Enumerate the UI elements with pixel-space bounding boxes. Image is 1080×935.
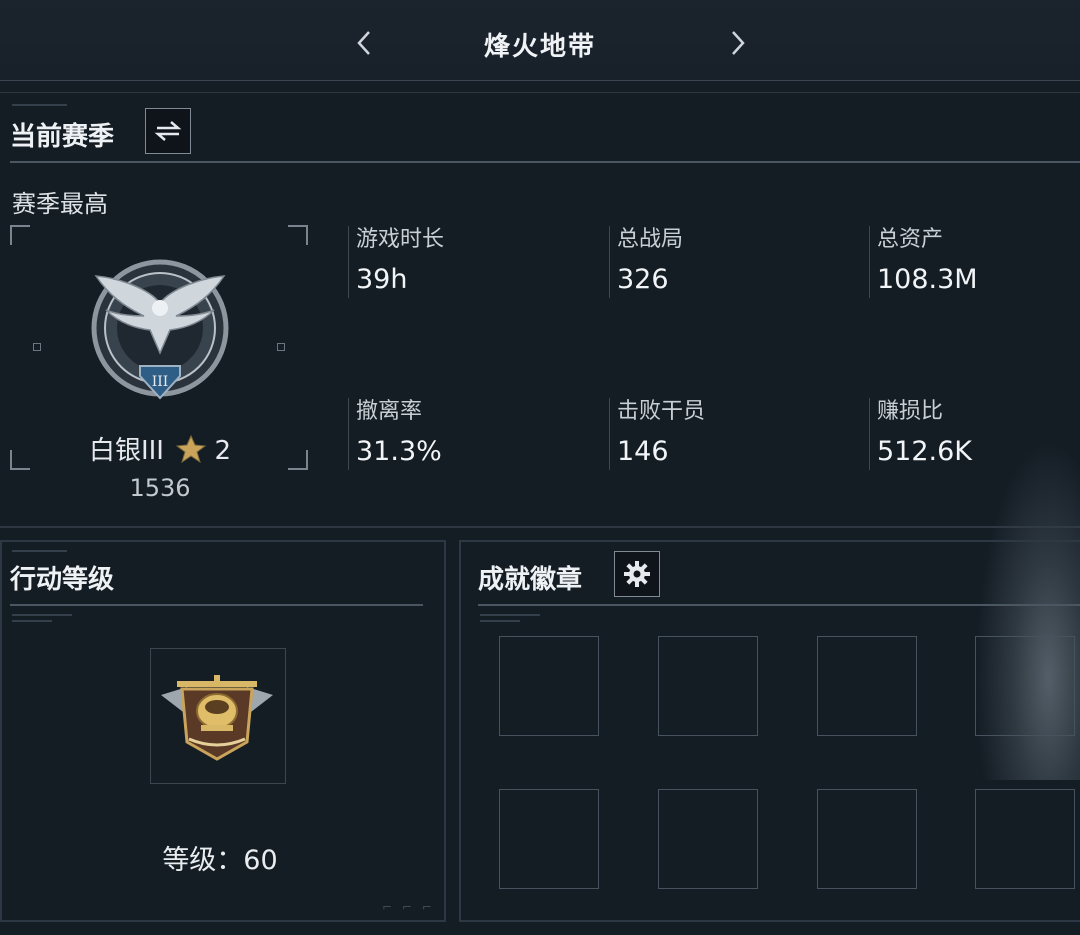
stat-profit-loss-ratio: 赚损比 512.6K xyxy=(869,398,972,470)
stat-label: 总资产 xyxy=(877,227,944,252)
stat-label: 赚损比 xyxy=(877,399,944,424)
season-best-label: 赛季最高 xyxy=(12,190,108,218)
stat-label: 游戏时长 xyxy=(356,227,445,252)
achievement-slot-5[interactable] xyxy=(499,789,599,889)
action-level-title: 行动等级 xyxy=(10,565,115,595)
achievements-title: 成就徽章 xyxy=(478,565,583,595)
decor-lines xyxy=(12,614,72,626)
stat-value: 108.3M xyxy=(877,264,978,295)
action-level-text: 等级：60 xyxy=(162,845,278,876)
rank-score: 1536 xyxy=(129,474,191,502)
stat-value: 512.6K xyxy=(877,436,973,467)
current-season-title: 当前赛季 xyxy=(10,122,115,152)
stat-value: 326 xyxy=(617,264,669,295)
stat-total-matches: 总战局 326 xyxy=(609,226,683,298)
action-level-emblem-frame xyxy=(150,648,286,784)
svg-text:III: III xyxy=(152,374,169,390)
decor-lines xyxy=(12,550,72,556)
stat-extract-rate: 撤离率 31.3% xyxy=(348,398,442,470)
achievement-slot-2[interactable] xyxy=(658,636,758,736)
stat-value: 31.3% xyxy=(356,436,442,467)
action-level-underline xyxy=(10,604,423,606)
decor-marks: ⌐ ⌐ ⌐ xyxy=(382,900,435,914)
rank-title: 白银III xyxy=(88,436,164,466)
achievements-settings-button[interactable] xyxy=(614,551,660,597)
achievement-slot-3[interactable] xyxy=(817,636,917,736)
top-bar: 烽火地带 xyxy=(0,0,1080,81)
decor-lines xyxy=(480,614,540,626)
stat-operators-defeated: 击败干员 146 xyxy=(609,398,705,470)
chevron-right-icon[interactable] xyxy=(724,28,750,58)
stat-label: 撤离率 xyxy=(356,399,423,424)
eagle-rank-badge-icon: III xyxy=(91,259,229,400)
helicopter-emblem-icon xyxy=(161,675,273,761)
decor-lines xyxy=(12,104,72,110)
stat-label: 击败干员 xyxy=(617,399,706,424)
stat-value: 146 xyxy=(617,436,669,467)
rank-name: 白银III 2 xyxy=(10,430,310,467)
star-icon xyxy=(175,434,207,464)
season-switch-button[interactable] xyxy=(145,108,191,154)
stat-total-assets: 总资产 108.3M xyxy=(869,226,978,298)
achievement-slot-7[interactable] xyxy=(817,789,917,889)
section-divider xyxy=(0,526,1080,528)
stat-label: 总战局 xyxy=(617,227,684,252)
achievement-slot-4[interactable] xyxy=(975,636,1075,736)
rank-stars: 2 xyxy=(214,436,232,466)
page-title: 烽火地带 xyxy=(483,32,596,62)
swap-icon xyxy=(154,121,182,141)
achievement-slot-6[interactable] xyxy=(658,789,758,889)
stat-play-time: 游戏时长 39h xyxy=(348,226,444,298)
gear-icon xyxy=(624,561,650,587)
stat-value: 39h xyxy=(356,264,408,295)
top-divider xyxy=(0,92,1080,93)
achievements-underline xyxy=(478,604,1080,606)
season-underline xyxy=(10,161,1080,163)
achievement-slot-8[interactable] xyxy=(975,789,1075,889)
achievement-slot-1[interactable] xyxy=(499,636,599,736)
